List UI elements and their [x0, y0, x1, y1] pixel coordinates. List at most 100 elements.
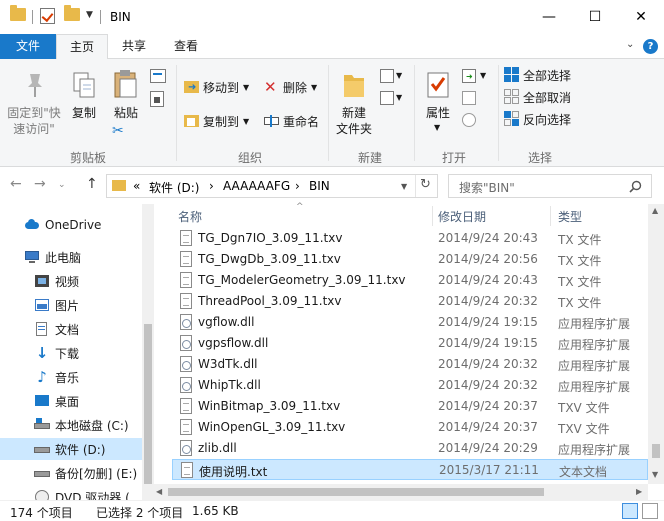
nav-item-pictures[interactable]: 图片 — [0, 294, 142, 316]
breadcrumb-current[interactable]: BIN — [309, 179, 330, 193]
select-all-button[interactable]: 全部选择 — [504, 65, 571, 85]
history-icon[interactable] — [462, 113, 476, 127]
address-bar[interactable]: « 软件 (D:) › AAAAAAFG › BIN ▼ ↻ — [106, 174, 438, 198]
table-row[interactable]: WinOpenGL_3.09_11.txv 2014/9/24 20:37 TX… — [172, 417, 648, 438]
copy-to-button[interactable]: 复制到 ▼ — [184, 111, 249, 131]
file-date: 2014/9/24 20:32 — [438, 357, 538, 371]
paste-button[interactable]: 粘贴 ✂ — [106, 67, 146, 145]
minimize-button[interactable]: — — [526, 0, 572, 34]
pin-quick-access-button[interactable]: 固定到"快 速访问" — [4, 67, 64, 145]
nav-item-drive-c[interactable]: 本地磁盘 (C:) — [0, 414, 142, 436]
copy-icon — [73, 72, 95, 98]
nav-scrollbar-thumb[interactable] — [144, 324, 152, 484]
help-icon[interactable]: ? — [643, 39, 658, 54]
up-icon[interactable]: ↑ — [86, 176, 98, 192]
folder-icon — [112, 180, 126, 191]
address-dropdown-icon[interactable]: ▼ — [401, 182, 407, 191]
nav-item-onedrive[interactable]: OneDrive — [0, 214, 142, 236]
scroll-down-icon[interactable]: ▼ — [652, 470, 658, 479]
scroll-up-icon[interactable]: ▲ — [652, 206, 658, 215]
scrollbar-thumb[interactable] — [652, 444, 660, 458]
breadcrumb-separator[interactable]: › — [209, 179, 214, 193]
search-box[interactable]: 搜索"BIN" — [448, 174, 652, 198]
item-count: 174 个项目 — [10, 506, 73, 520]
dropdown-arrow-icon[interactable]: ▼ — [396, 93, 402, 102]
nav-item-dvd[interactable]: DVD 驱动器 ( — [0, 486, 142, 500]
nav-item-music[interactable]: ♪ 音乐 — [0, 366, 142, 388]
drive-icon — [34, 418, 50, 432]
expand-ribbon-icon[interactable]: ⌄ — [626, 39, 634, 50]
table-row[interactable]: zlib.dll 2014/9/24 20:29 应用程序扩展 — [172, 438, 648, 459]
dropdown-arrow-icon[interactable]: ▼ — [396, 71, 402, 80]
select-none-button[interactable]: 全部取消 — [504, 87, 571, 107]
nav-item-documents[interactable]: 文档 — [0, 318, 142, 340]
table-row-selected[interactable]: 使用说明.txt 2015/3/17 21:11 文本文档 — [172, 459, 648, 480]
horizontal-scrollbar-thumb[interactable] — [168, 488, 544, 496]
nav-item-videos[interactable]: 视频 — [0, 270, 142, 292]
customize-quick-access-icon[interactable]: ▼ — [86, 10, 93, 20]
rename-button[interactable]: 重命名 — [264, 111, 319, 131]
table-row[interactable]: TG_DwgDb_3.09_11.txv 2014/9/24 20:56 TX … — [172, 249, 648, 270]
horizontal-scrollbar[interactable]: ◀ ▶ — [154, 484, 648, 500]
table-row[interactable]: WinBitmap_3.09_11.txv 2014/9/24 20:37 TX… — [172, 396, 648, 417]
scroll-right-icon[interactable]: ▶ — [636, 487, 642, 496]
edit-icon[interactable] — [462, 91, 476, 105]
delete-button[interactable]: ✕ 删除 ▼ — [264, 77, 317, 97]
file-list: TG_Dgn7IO_3.09_11.txv 2014/9/24 20:43 TX… — [154, 228, 648, 500]
large-icons-view-icon[interactable] — [642, 503, 658, 519]
delete-label: 删除 — [283, 80, 308, 95]
forward-icon[interactable]: → — [34, 176, 46, 192]
invert-selection-button[interactable]: 反向选择 — [504, 109, 571, 129]
nav-item-label: 此电脑 — [45, 250, 82, 265]
breadcrumb-drive[interactable]: 软件 (D:) — [149, 179, 199, 196]
tab-home[interactable]: 主页 — [56, 34, 108, 60]
column-header-date[interactable]: 修改日期 — [438, 208, 486, 228]
tab-file[interactable]: 文件 — [0, 34, 56, 59]
file-list-scrollbar[interactable]: ▲ ▼ — [648, 204, 664, 484]
back-icon[interactable]: ← — [10, 176, 22, 192]
details-view-icon[interactable] — [622, 503, 638, 519]
new-item-icon[interactable] — [380, 69, 394, 83]
tab-view[interactable]: 查看 — [164, 34, 208, 59]
maximize-button[interactable]: ☐ — [572, 0, 618, 34]
copy-button[interactable]: 复制 — [66, 67, 102, 145]
tab-share[interactable]: 共享 — [112, 34, 156, 59]
nav-item-this-pc[interactable]: 此电脑 — [0, 246, 142, 268]
column-header-name[interactable]: 名称 — [178, 208, 202, 228]
dropdown-arrow-icon[interactable]: ▼ — [480, 71, 486, 80]
new-folder-quick-icon[interactable] — [64, 5, 80, 21]
nav-item-downloads[interactable]: ↓ 下载 — [0, 342, 142, 364]
address-overflow[interactable]: « — [133, 179, 140, 193]
nav-scrollbar[interactable] — [142, 204, 154, 500]
nav-item-label: 音乐 — [55, 370, 80, 385]
close-button[interactable]: ✕ — [618, 0, 664, 34]
table-row[interactable]: vgpsflow.dll 2014/9/24 19:15 应用程序扩展 — [172, 333, 648, 354]
breadcrumb-separator[interactable]: › — [295, 179, 300, 193]
table-row[interactable]: W3dTk.dll 2014/9/24 20:32 应用程序扩展 — [172, 354, 648, 375]
open-icon[interactable]: ➜ — [462, 69, 476, 83]
copy-path-icon[interactable] — [150, 69, 166, 83]
recent-locations-icon[interactable]: ⌄ — [58, 180, 66, 190]
properties-button[interactable]: 属性 ▼ — [418, 67, 458, 145]
column-header-type[interactable]: 类型 — [558, 208, 582, 228]
table-row[interactable]: vgflow.dll 2014/9/24 19:15 应用程序扩展 — [172, 312, 648, 333]
nav-item-label: 下载 — [55, 346, 80, 361]
file-name: 使用说明.txt — [199, 465, 268, 479]
table-row[interactable]: TG_Dgn7IO_3.09_11.txv 2014/9/24 20:43 TX… — [172, 228, 648, 249]
properties-quick-icon[interactable] — [40, 8, 55, 24]
move-to-button[interactable]: ➜ 移动到 ▼ — [184, 77, 249, 97]
table-row[interactable]: ThreadPool_3.09_11.txv 2014/9/24 20:32 T… — [172, 291, 648, 312]
refresh-icon[interactable]: ↻ — [420, 177, 431, 192]
nav-item-drive-d[interactable]: 软件 (D:) — [0, 438, 142, 460]
easy-access-icon[interactable] — [380, 91, 394, 105]
new-folder-button[interactable]: 新建 文件夹 — [332, 67, 376, 145]
paste-shortcut-icon[interactable] — [150, 91, 164, 107]
scroll-left-icon[interactable]: ◀ — [156, 487, 162, 496]
nav-item-drive-e[interactable]: 备份[勿删] (E:) — [0, 462, 142, 484]
drive-icon — [34, 466, 50, 480]
breadcrumb-folder[interactable]: AAAAAAFG — [223, 179, 290, 193]
table-row[interactable]: WhipTk.dll 2014/9/24 20:32 应用程序扩展 — [172, 375, 648, 396]
cut-icon[interactable]: ✂ — [112, 123, 124, 139]
nav-item-desktop[interactable]: 桌面 — [0, 390, 142, 412]
table-row[interactable]: TG_ModelerGeometry_3.09_11.txv 2014/9/24… — [172, 270, 648, 291]
